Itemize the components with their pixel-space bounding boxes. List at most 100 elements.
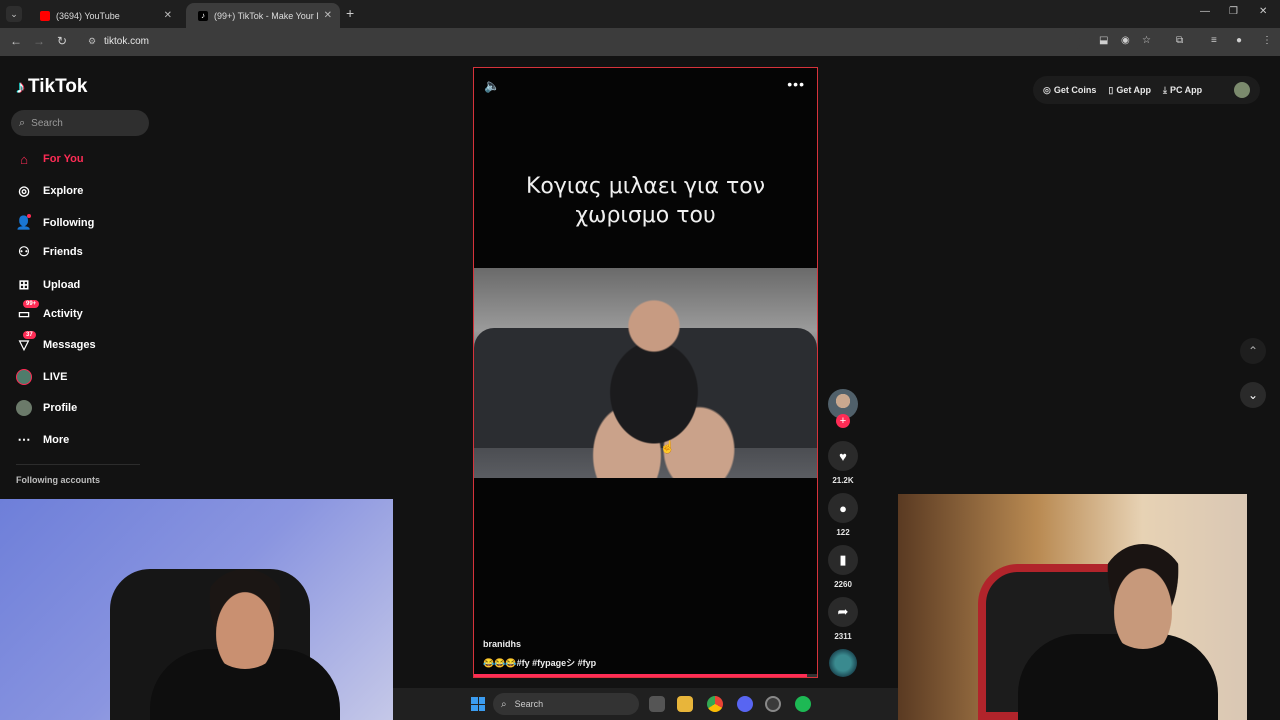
sidebar-item-live[interactable]: LIVE [16,366,67,388]
sidebar-item-label: Profile [43,402,78,414]
tab-tiktok[interactable]: ♪ (99+) TikTok - Make Your Day ✕ [186,3,340,28]
bookmark-star-icon[interactable]: ☆ [1142,35,1151,46]
share-button[interactable]: ➦ [828,597,858,627]
close-tab-icon[interactable]: ✕ [164,10,172,21]
volume-icon[interactable]: 🔈 [484,78,500,94]
webcam-right [898,494,1247,720]
live-icon [16,369,32,385]
heart-icon: ♥ [839,448,847,464]
sidebar-item-label: Friends [43,246,83,258]
follow-plus-icon[interactable]: + [836,414,850,428]
video-author[interactable]: branidhs [483,639,521,649]
coin-icon: ◎ [1043,84,1051,95]
activity-badge: 99+ [23,300,40,308]
tiktok-favicon-icon: ♪ [198,10,208,21]
sidebar-item-upload[interactable]: ⊞ Upload [16,274,81,296]
send-icon: ▽ 37 [16,331,36,353]
sidebar-item-label: Activity [43,308,83,320]
forward-icon[interactable]: → [33,34,45,48]
browser-toolbar: ← → ↻ ⚙ tiktok.com ⬓ ◉ ☆ ⧉ ≡ ● ⋮ [0,28,1280,56]
profile-avatar-icon[interactable]: ● [1236,35,1242,46]
sidebar-item-more[interactable]: ⋯ More [16,429,70,451]
browser-tab-strip: ⌄ (3694) YouTube ✕ ♪ (99+) TikTok - Make… [0,0,1280,28]
install-icon[interactable]: ⬓ [1099,35,1108,46]
user-avatar[interactable] [1234,82,1250,98]
sidebar-item-friends[interactable]: ⚇ Friends [16,241,83,263]
user-icon: 👤 [15,214,33,230]
chevron-down-icon: ⌄ [1247,388,1259,402]
tab-search-button[interactable]: ⌄ [6,6,22,22]
chevron-up-icon: ⌃ [1247,344,1259,358]
caption-line-2: χωρισμο του [575,203,716,228]
windows-start-icon[interactable] [471,697,485,711]
search-box[interactable]: ⌕ [11,110,149,136]
get-app-label: Get App [1116,85,1151,95]
share-icon: ➦ [837,604,849,619]
site-info-icon[interactable]: ⚙ [88,36,96,47]
sidebar-divider [16,464,140,465]
video-progress-bar[interactable] [474,674,817,677]
discord-icon[interactable] [737,696,753,712]
home-icon: ⌂ [20,151,28,167]
new-tab-button[interactable]: + [346,5,354,21]
video-caption-overlay: Κογιας μιλαει για τον χωρισμο του [474,172,817,230]
comment-button[interactable]: ● [828,493,858,523]
video-frame: ☝ [474,268,817,478]
person-head-shape [1098,544,1188,649]
sidebar-item-explore[interactable]: ◎ Explore [16,180,83,202]
sidebar-item-label: More [43,434,70,446]
download-icon: ⤓ [1163,84,1167,95]
music-disc-icon[interactable] [829,649,857,677]
taskbar-search-label: Search [514,699,544,709]
restore-icon[interactable]: ❐ [1229,6,1238,17]
task-view-icon[interactable] [649,696,665,712]
chrome-icon[interactable] [707,696,723,712]
sidebar-item-label: LIVE [43,371,68,383]
search-icon: ⌕ [19,116,26,129]
reload-icon[interactable]: ↻ [57,34,67,48]
minimize-icon[interactable]: — [1200,6,1210,17]
sidebar-item-label: Messages [43,339,96,351]
comment-icon: ● [839,500,847,516]
previous-video-button[interactable]: ⌃ [1240,338,1266,364]
compass-icon: ◎ [18,183,30,198]
video-hashtags[interactable]: 😂😂😂#fy #fypageシ #fyp [483,656,596,669]
video-more-icon[interactable]: ••• [787,76,805,92]
sidebar-item-activity[interactable]: ▭ 99+ Activity [16,300,83,325]
ellipsis-icon: ⋯ [17,432,31,447]
close-window-icon[interactable]: ✕ [1259,6,1267,17]
like-count: 21.2K [832,476,854,485]
sidebar-item-for-you[interactable]: ⌂ For You [16,148,84,170]
close-tab-icon[interactable]: ✕ [324,10,332,21]
like-button[interactable]: ♥ [828,441,858,471]
extensions-icon[interactable]: ⧉ [1176,35,1183,46]
person-head-shape [200,569,290,669]
sidebar-item-label: For You [43,153,84,165]
menu-kebab-icon[interactable]: ⋮ [1262,35,1272,46]
file-explorer-icon[interactable] [677,696,693,712]
sidebar-item-messages[interactable]: ▽ 37 Messages [16,331,96,356]
sidebar-item-label: Upload [43,279,81,291]
sidebar-item-profile[interactable]: Profile [16,397,77,419]
save-button[interactable]: ▮ [828,545,858,575]
steam-icon[interactable] [765,696,781,712]
eye-off-icon[interactable]: ◉ [1121,35,1130,46]
get-coins-button[interactable]: ◎ Get Coins [1043,85,1096,96]
save-count: 2260 [834,580,852,589]
spotify-icon[interactable] [795,696,811,712]
phone-icon: ▯ [1108,84,1114,95]
taskbar-search[interactable]: ⌕ Search [493,693,639,715]
video-player[interactable]: 🔈 ••• Κογιας μιλαει για τον χωρισμο του … [473,67,818,678]
windows-taskbar: ⌕ Search [393,688,898,720]
tab-youtube[interactable]: (3694) YouTube ✕ [28,3,180,28]
tiktok-logo[interactable]: ♪ TikTok [16,76,87,98]
inbox-icon: ▭ 99+ [16,300,40,322]
next-video-button[interactable]: ⌄ [1240,382,1266,408]
pc-app-button[interactable]: ⤓ PC App [1163,85,1202,96]
media-icon[interactable]: ≡ [1211,35,1217,46]
address-bar[interactable]: ⚙ tiktok.com [80,31,1080,53]
search-input[interactable] [31,117,132,129]
back-icon[interactable]: ← [10,34,22,48]
get-app-button[interactable]: ▯ Get App [1108,85,1151,96]
sidebar-item-following[interactable]: 👤 Following [16,212,94,234]
